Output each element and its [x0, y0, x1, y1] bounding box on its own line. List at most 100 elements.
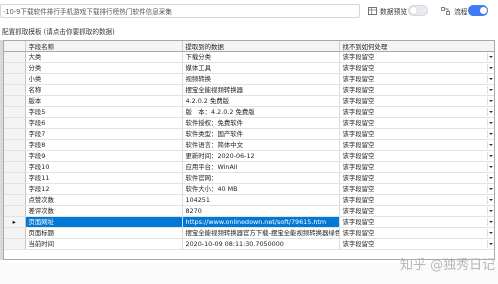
table-row[interactable]: 字段12 软件大小：40 MB 该字段留空	[4, 183, 494, 195]
table-row[interactable]: 字段10 应用平台：WinAll 该字段留空	[4, 161, 494, 173]
row-selector[interactable]	[4, 194, 26, 206]
field-name-cell[interactable]: 点赞次数	[25, 194, 183, 206]
field-name-cell[interactable]: 版本	[25, 95, 183, 107]
row-selector[interactable]	[4, 62, 26, 74]
row-selector[interactable]	[4, 150, 26, 162]
chevron-down-icon[interactable]	[486, 97, 493, 105]
extracted-data-cell[interactable]: 应用平台：WinAll	[182, 161, 340, 173]
extracted-data-cell[interactable]: 软件类型：国产软件	[182, 128, 340, 140]
table-row[interactable]: 字段6 软件授权：免费软件 该字段留空	[4, 117, 494, 129]
extracted-data-cell[interactable]: 软件官网：	[182, 172, 340, 184]
not-found-action-dropdown[interactable]: 该字段留空	[339, 216, 494, 228]
not-found-action-dropdown[interactable]: 该字段留空	[339, 183, 494, 195]
flow-toggle[interactable]	[468, 5, 488, 16]
not-found-action-dropdown[interactable]: 该字段留空	[339, 172, 494, 184]
extracted-data-cell[interactable]: 软件语言：简体中文	[182, 139, 340, 151]
task-name-input[interactable]: -10-9下载软件排行手机游戏下载排行榜热门软件信息采集	[0, 4, 360, 18]
field-name-cell[interactable]: 大类	[25, 51, 183, 63]
column-header-field-name[interactable]: 字段名称	[25, 41, 183, 52]
row-selector[interactable]	[4, 106, 26, 118]
not-found-action-dropdown[interactable]: 该字段留空	[339, 139, 494, 151]
extracted-data-cell[interactable]: 4.2.0.2 免费版	[182, 95, 340, 107]
not-found-action-dropdown[interactable]: 该字段留空	[339, 62, 494, 74]
field-name-cell[interactable]: 差评次数	[25, 205, 183, 217]
table-row[interactable]: 字段9 更新时间：2020-06-12 该字段留空	[4, 150, 494, 162]
extracted-data-cell[interactable]: 更新时间：2020-06-12	[182, 150, 340, 162]
chevron-down-icon[interactable]	[486, 86, 493, 94]
row-selector[interactable]	[4, 205, 26, 217]
table-row[interactable]: 字段11 软件官网： 该字段留空	[4, 172, 494, 184]
column-header-not-found-action[interactable]: 找不到如何处理	[339, 41, 494, 52]
field-name-cell[interactable]: 页面网址	[25, 216, 183, 228]
chevron-down-icon[interactable]	[486, 174, 493, 182]
chevron-down-icon[interactable]	[486, 130, 493, 138]
table-row[interactable]: ▸ 页面网址 https://www.onlinedown.net/soft/796…	[4, 216, 494, 228]
chevron-down-icon[interactable]	[486, 185, 493, 193]
chevron-down-icon[interactable]	[486, 152, 493, 160]
field-name-cell[interactable]: 页面标题	[25, 227, 183, 239]
field-name-cell[interactable]: 字段9	[25, 150, 183, 162]
row-selector[interactable]	[4, 128, 26, 140]
table-row[interactable]: 字段7 软件类型：国产软件 该字段留空	[4, 128, 494, 140]
not-found-action-dropdown[interactable]: 该字段留空	[339, 150, 494, 162]
data-preview-toggle[interactable]	[408, 5, 428, 16]
table-row[interactable]: 点赞次数 104251 该字段留空	[4, 194, 494, 206]
table-row[interactable]: 版本 4.2.0.2 免费版 该字段留空	[4, 95, 494, 107]
chevron-down-icon[interactable]	[486, 141, 493, 149]
extracted-data-cell[interactable]: 下载分类	[182, 51, 340, 63]
field-name-cell[interactable]: 字段10	[25, 161, 183, 173]
row-selector[interactable]	[4, 238, 26, 250]
table-row[interactable]: 小类 视频转换 该字段留空	[4, 73, 494, 85]
row-selector[interactable]	[4, 73, 26, 85]
row-selector[interactable]	[4, 172, 26, 184]
extracted-data-cell[interactable]: 视频转换	[182, 73, 340, 85]
extracted-data-cell[interactable]: 2020-10-09 08:11:30.7050000	[182, 238, 340, 250]
chevron-down-icon[interactable]	[486, 229, 493, 237]
chevron-down-icon[interactable]	[486, 64, 493, 72]
chevron-down-icon[interactable]	[486, 108, 493, 116]
not-found-action-dropdown[interactable]: 该字段留空	[339, 51, 494, 63]
row-selector[interactable]	[4, 51, 26, 63]
field-name-cell[interactable]: 字段5	[25, 106, 183, 118]
table-row[interactable]: 名称 摆宝全能视频转换器 该字段留空	[4, 84, 494, 96]
field-name-cell[interactable]: 当前时间	[25, 238, 183, 250]
table-row[interactable]: 分类 媒体工具 该字段留空	[4, 62, 494, 74]
chevron-down-icon[interactable]	[486, 75, 493, 83]
chevron-down-icon[interactable]	[486, 196, 493, 204]
field-name-cell[interactable]: 字段6	[25, 117, 183, 129]
extracted-data-cell[interactable]: 软件授权：免费软件	[182, 117, 340, 129]
row-selector[interactable]	[4, 161, 26, 173]
field-name-cell[interactable]: 名称	[25, 84, 183, 96]
not-found-action-dropdown[interactable]: 该字段留空	[339, 238, 494, 250]
chevron-down-icon[interactable]	[486, 119, 493, 127]
extracted-data-cell[interactable]: 摆宝全能视频转换器官方下载-摆宝全能视频转换器绿色...	[182, 227, 340, 239]
extracted-data-cell[interactable]: 摆宝全能视频转换器	[182, 84, 340, 96]
extracted-data-cell[interactable]: 8270	[182, 205, 340, 217]
not-found-action-dropdown[interactable]: 该字段留空	[339, 73, 494, 85]
not-found-action-dropdown[interactable]: 该字段留空	[339, 117, 494, 129]
table-row[interactable]: 大类 下载分类 该字段留空	[4, 51, 494, 63]
field-name-cell[interactable]: 字段12	[25, 183, 183, 195]
table-row[interactable]: 差评次数 8270 该字段留空	[4, 205, 494, 217]
column-header-extracted-data[interactable]: 提取到的数据	[182, 41, 340, 52]
table-row[interactable]: 字段5 版 本：4.2.0.2 免费版 该字段留空	[4, 106, 494, 118]
field-name-cell[interactable]: 字段7	[25, 128, 183, 140]
field-name-cell[interactable]: 字段8	[25, 139, 183, 151]
extracted-data-cell[interactable]: 版 本：4.2.0.2 免费版	[182, 106, 340, 118]
extracted-data-cell[interactable]: https://www.onlinedown.net/soft/79615.ht…	[182, 216, 340, 228]
not-found-action-dropdown[interactable]: 该字段留空	[339, 84, 494, 96]
row-selector[interactable]	[4, 95, 26, 107]
chevron-down-icon[interactable]	[486, 163, 493, 171]
chevron-down-icon[interactable]	[486, 218, 493, 226]
row-selector[interactable]	[4, 84, 26, 96]
not-found-action-dropdown[interactable]: 该字段留空	[339, 106, 494, 118]
row-selector[interactable]	[4, 139, 26, 151]
row-selector[interactable]: ▸	[4, 216, 26, 228]
table-row[interactable]: 页面标题 摆宝全能视频转换器官方下载-摆宝全能视频转换器绿色... 该字段留空	[4, 227, 494, 239]
row-selector[interactable]	[4, 183, 26, 195]
field-name-cell[interactable]: 字段11	[25, 172, 183, 184]
table-row[interactable]: 字段8 软件语言：简体中文 该字段留空	[4, 139, 494, 151]
row-selector[interactable]	[4, 227, 26, 239]
chevron-down-icon[interactable]	[486, 207, 493, 215]
row-selector[interactable]	[4, 117, 26, 129]
